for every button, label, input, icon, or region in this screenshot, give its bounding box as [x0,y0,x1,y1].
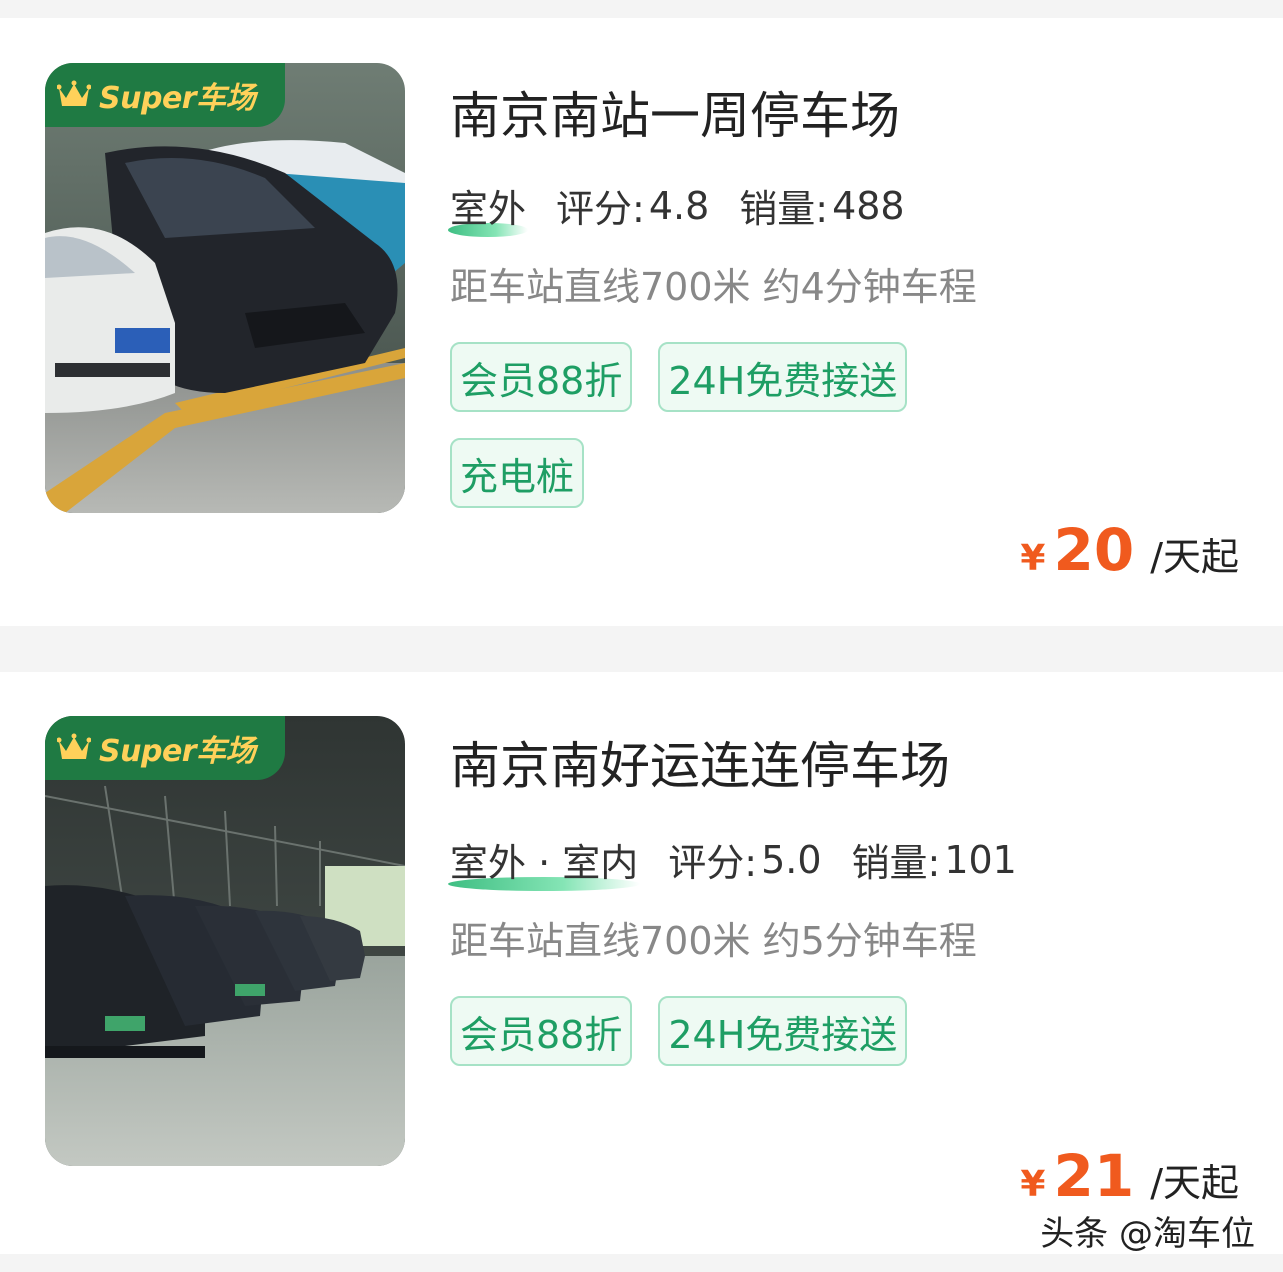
crown-icon [57,80,91,106]
rating-value: 5.0 [761,837,822,882]
super-badge: Super车场 [45,63,285,127]
tag-free-shuttle: 24H免费接送 [658,342,908,412]
price: ¥ 21 /天起 [1020,1142,1239,1210]
parking-card[interactable]: Super车场 南京南好运连连停车场 室外 · 室内 评分: 5.0 销量: 1… [0,672,1283,1254]
tag-member-discount: 会员88折 [450,996,633,1066]
parking-name[interactable]: 南京南好运连连停车场 [450,726,950,798]
environment-label: 室外 [448,178,529,237]
tag-list: 会员88折 24H免费接送 [450,996,930,1066]
currency-symbol: ¥ [1020,538,1046,579]
environment-text: 室外 · 室内 [450,841,639,885]
rating-label: 评分: [556,187,645,231]
super-badge: Super车场 [45,716,285,780]
parking-photo: Super车场 [45,716,405,1166]
environment-text: 室外 [450,187,527,231]
parking-meta: 室外 · 室内 评分: 5.0 销量: 101 [448,832,1047,891]
price-amount: 20 [1053,516,1135,584]
parking-meta: 室外 评分: 4.8 销量: 488 [448,178,935,237]
parking-card[interactable]: Super车场 南京南站一周停车场 室外 评分: 4.8 销量: 488 距车站… [0,18,1283,626]
currency-symbol: ¥ [1020,1164,1046,1205]
badge-label: Super车场 [99,81,256,116]
distance-text: 距车站直线700米 约5分钟车程 [450,919,977,963]
tag-charging: 充电桩 [450,438,585,508]
price: ¥ 20 /天起 [1020,516,1239,584]
distance-text: 距车站直线700米 约4分钟车程 [450,265,977,309]
price-unit: /天起 [1150,535,1239,579]
parking-name[interactable]: 南京南站一周停车场 [450,76,900,148]
rating-value: 4.8 [648,183,710,228]
watermark: 头条 @淘车位 [1040,1214,1255,1254]
rating-label: 评分: [668,841,758,885]
sales-label: 销量: [851,841,941,885]
sales-value: 488 [832,183,905,228]
parking-photo: Super车场 [45,63,405,513]
badge-label: Super车场 [99,734,256,769]
tag-list: 会员88折 24H免费接送 充电桩 [450,342,930,508]
price-amount: 21 [1053,1142,1135,1210]
sales-label: 销量: [739,187,829,231]
tag-free-shuttle: 24H免费接送 [658,996,908,1066]
sales-value: 101 [944,837,1017,882]
tag-member-discount: 会员88折 [450,342,633,412]
crown-icon [57,733,91,759]
environment-label: 室外 · 室内 [448,832,641,891]
price-unit: /天起 [1150,1161,1239,1205]
